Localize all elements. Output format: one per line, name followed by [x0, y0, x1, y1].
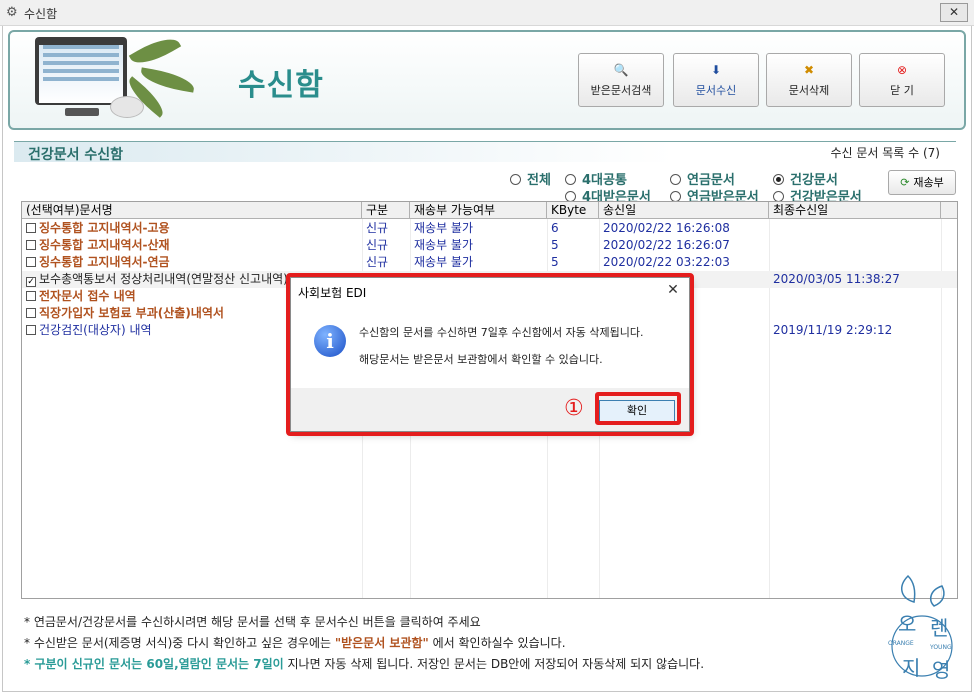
cell-type: 신규	[366, 221, 389, 235]
cell-sent: 2020/02/22 03:22:03	[603, 255, 730, 269]
cell-last	[769, 288, 941, 305]
col-header-name[interactable]: (선택여부)문서명	[22, 202, 362, 219]
cell-resend: 재송부 불가	[414, 221, 474, 235]
filter-all[interactable]: 전체	[510, 169, 551, 188]
col-header-kbyte[interactable]: KByte	[547, 202, 599, 219]
doc-name-text: 건강검진(대상자) 내역	[39, 323, 152, 337]
logo-word: YOUNG	[930, 644, 952, 651]
window-title: 수신함	[24, 7, 58, 21]
filter-label: 전체	[527, 173, 551, 188]
logo-char: 영	[932, 658, 951, 682]
cell-last	[769, 305, 941, 322]
note-line-3: * 구분이 신규인 문서는 60일,열람인 문서는 7일이 지나면 자동 삭제 …	[24, 654, 704, 675]
cell-sent: 2020/02/22 16:26:07	[603, 238, 730, 252]
checkbox-icon[interactable]	[26, 291, 36, 301]
doc-name-text: 징수통합 고지내역서-산재	[39, 238, 170, 252]
checkbox-checked-icon[interactable]: ✓	[26, 277, 36, 287]
radio-icon	[565, 174, 576, 185]
cell-last: 2019/11/19 2:29:12	[773, 323, 893, 337]
radio-icon	[510, 174, 521, 185]
checkbox-icon[interactable]	[26, 325, 36, 335]
resend-button[interactable]: ⟳ 재송부	[888, 170, 956, 195]
cell-last	[769, 254, 941, 271]
doc-name-text: 직장가입자 보험료 부과(산출)내역서	[39, 306, 224, 320]
cell-sent: 2020/02/22 16:26:08	[603, 221, 730, 235]
gear-icon: ⚙	[6, 5, 18, 20]
page-title: 수신함	[238, 68, 324, 103]
note-line-1: * 연금문서/건강문서를 수신하시려면 해당 문서를 선택 후 문서수신 버튼을…	[24, 615, 481, 629]
cell-kb: 5	[551, 255, 559, 269]
window-titlebar: ⚙ 수신함 ✕	[0, 0, 974, 26]
cell-type: 신규	[366, 255, 389, 269]
col-header-type[interactable]: 구분	[362, 202, 410, 219]
button-label: 문서수신	[695, 84, 737, 97]
logo-word: ORANGE	[888, 640, 914, 647]
doc-count: 수신 문서 목록 수 (7)	[830, 146, 940, 160]
checkbox-icon[interactable]	[26, 223, 36, 233]
logo-char: 렌	[930, 616, 949, 640]
button-label: 받은문서검색	[590, 84, 652, 97]
doc-name-text: 보수총액통보서 정상처리내역(연말정산 신고내역)	[39, 272, 288, 286]
highlight-box-ok	[595, 392, 681, 425]
cell-resend: 재송부 불가	[414, 238, 474, 252]
cell-type: 신규	[366, 238, 389, 252]
table-row[interactable]: 징수통합 고지내역서-고용 신규 재송부 불가 6 2020/02/22 16:26:0…	[22, 220, 957, 237]
cell-doc-name: 징수통합 고지내역서-연금	[22, 254, 362, 271]
col-header-resend[interactable]: 재송부 가능여부	[410, 202, 547, 219]
monitor-stand-illustration	[65, 108, 99, 116]
note-highlight: "받은문서 보관함"	[334, 636, 429, 650]
cell-last: 2020/03/05 11:38:27	[773, 272, 900, 286]
leaf-logo-icon	[891, 574, 953, 677]
note-line-2: * 수신받은 문서(제증명 서식)중 다시 확인하고 싶은 경우에는 "받은문서…	[24, 633, 704, 654]
col-header-sent[interactable]: 송신일	[599, 202, 769, 219]
section-header: 건강문서 수신함 수신 문서 목록 수 (7)	[14, 141, 956, 163]
step-marker: ①	[564, 396, 584, 421]
refresh-icon: ⟳	[900, 176, 910, 189]
search-doc-icon: 🔍	[613, 63, 629, 77]
cell-kb: 5	[551, 238, 559, 252]
note-text: 지나면 자동 삭제 됩니다. 저장인 문서는 DB안에 저장되어 자동삭제 되지…	[283, 657, 705, 671]
logo-char: 오	[898, 612, 917, 636]
orange-young-logo: 오 렌 지 영 ORANGE YOUNG	[880, 572, 964, 684]
doc-name-text: 징수통합 고지내역서-고용	[39, 221, 170, 235]
monitor-illustration	[35, 37, 127, 105]
cell-resend: 재송부 불가	[414, 255, 474, 269]
cell-last	[769, 220, 941, 237]
doc-name-text: 전자문서 접수 내역	[39, 289, 136, 303]
doc-name-text: 징수통합 고지내역서-연금	[39, 255, 170, 269]
leaf-illustration	[128, 32, 182, 72]
section-title: 건강문서 수신함	[28, 147, 124, 163]
logo-char: 지	[902, 656, 921, 680]
delete-doc-button[interactable]: ✖ 문서삭제	[766, 53, 852, 107]
cell-last	[769, 237, 941, 254]
note-text: 에서 확인하실수 있습니다.	[428, 636, 566, 650]
radio-selected-icon	[773, 174, 784, 185]
search-received-docs-button[interactable]: 🔍 받은문서검색	[578, 53, 664, 107]
table-row[interactable]: 징수통합 고지내역서-산재 신규 재송부 불가 5 2020/02/22 16:26:0…	[22, 237, 957, 254]
checkbox-icon[interactable]	[26, 240, 36, 250]
resend-label: 재송부	[913, 176, 944, 189]
cell-kb: 6	[551, 221, 559, 235]
checkbox-icon[interactable]	[26, 308, 36, 318]
receive-doc-button[interactable]: ⬇ 문서수신	[673, 53, 759, 107]
table-header: (선택여부)문서명 구분 재송부 가능여부 KByte 송신일 최종수신일	[22, 202, 957, 219]
delete-doc-icon: ✖	[803, 63, 815, 77]
close-circle-icon: ⊗	[896, 63, 908, 77]
col-header-last-received[interactable]: 최종수신일	[769, 202, 941, 219]
close-button[interactable]: ⊗ 닫 기	[859, 53, 945, 107]
cell-doc-name: 징수통합 고지내역서-산재	[22, 237, 362, 254]
button-label: 문서삭제	[788, 84, 830, 97]
button-label: 닫 기	[890, 84, 914, 97]
notes: * 연금문서/건강문서를 수신하시려면 해당 문서를 선택 후 문서수신 버튼을…	[24, 612, 704, 675]
radio-icon	[670, 174, 681, 185]
header-banner: 수신함 🔍 받은문서검색 ⬇ 문서수신 ✖ 문서삭제 ⊗ 닫 기	[8, 30, 966, 130]
note-highlight: * 구분이 신규인 문서는 60일,열람인 문서는 7일이	[24, 657, 284, 671]
receive-doc-icon: ⬇	[710, 63, 722, 77]
note-text: * 수신받은 문서(제증명 서식)중 다시 확인하고 싶은 경우에는	[24, 636, 335, 650]
table-row[interactable]: 징수통합 고지내역서-연금 신규 재송부 불가 5 2020/02/22 03:22:0…	[22, 254, 957, 271]
cell-doc-name: 징수통합 고지내역서-고용	[22, 220, 362, 237]
window-close-button[interactable]: ✕	[940, 3, 968, 22]
checkbox-icon[interactable]	[26, 257, 36, 267]
